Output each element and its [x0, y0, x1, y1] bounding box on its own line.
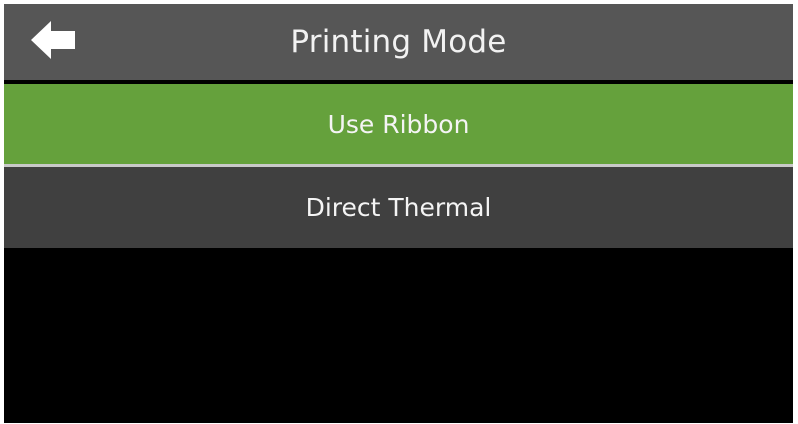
option-direct-thermal[interactable]: Direct Thermal — [4, 167, 793, 248]
header-bar: Printing Mode — [4, 4, 793, 80]
option-label: Use Ribbon — [327, 109, 470, 139]
arrow-left-icon — [27, 18, 79, 66]
page-title: Printing Mode — [290, 24, 507, 60]
back-button[interactable] — [24, 18, 82, 66]
empty-area — [4, 248, 793, 423]
option-use-ribbon[interactable]: Use Ribbon — [4, 84, 793, 164]
option-label: Direct Thermal — [305, 193, 492, 222]
printer-screen: Printing Mode Use Ribbon Direct Thermal — [4, 4, 793, 423]
